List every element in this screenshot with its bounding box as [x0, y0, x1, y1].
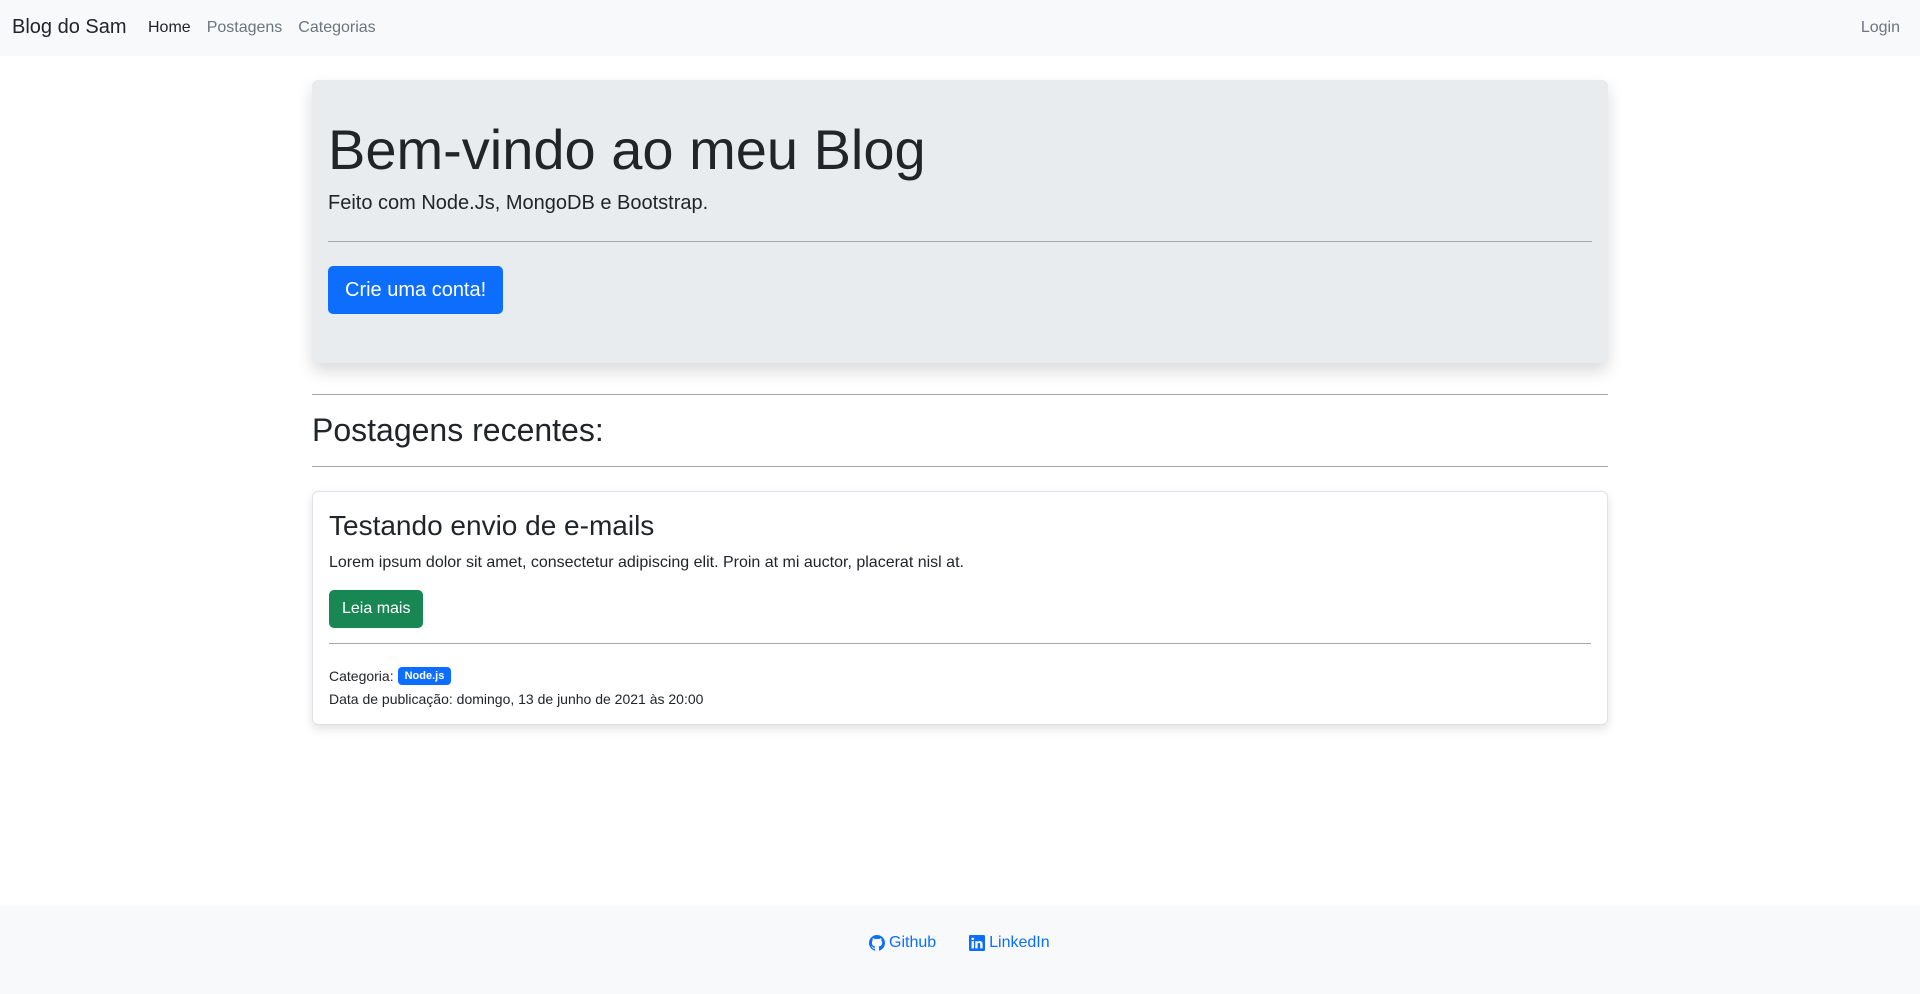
- brand-link[interactable]: Blog do Sam: [12, 16, 127, 39]
- category-badge[interactable]: Node.js: [397, 667, 452, 685]
- nav-postagens[interactable]: Postagens: [207, 19, 283, 37]
- post-date: domingo, 13 de junho de 2021 às 20:00: [456, 691, 704, 707]
- linkedin-link[interactable]: LinkedIn: [969, 934, 1050, 952]
- footer-links: Github LinkedIn: [869, 934, 1050, 952]
- recent-posts-heading: Postagens recentes:: [312, 412, 604, 448]
- nav-links: Home Postagens Categorias: [148, 19, 392, 37]
- login-link[interactable]: Login: [1861, 19, 1900, 37]
- read-more-button[interactable]: Leia mais: [329, 590, 424, 628]
- section-divider-bottom: [312, 466, 1608, 467]
- create-account-button[interactable]: Crie uma conta!: [328, 266, 504, 314]
- linkedin-label: LinkedIn: [989, 934, 1050, 951]
- nav-home[interactable]: Home: [148, 19, 191, 37]
- post-date-row: Data de publicação: domingo, 13 de junho…: [329, 691, 703, 707]
- hero-jumbotron: Bem-vindo ao meu Blog Feito com Node.Js,…: [312, 80, 1608, 363]
- linkedin-icon: [969, 935, 986, 951]
- post-card: Testando envio de e-mails Lorem ipsum do…: [312, 491, 1608, 725]
- post-category-row: Categoria: Node.js: [329, 667, 452, 685]
- navbar: Blog do Sam Home Postagens Categorias Lo…: [0, 0, 1920, 56]
- github-link[interactable]: Github: [869, 934, 936, 952]
- date-label: Data de publicação:: [329, 691, 453, 707]
- post-divider: [329, 643, 1591, 644]
- nav-categorias[interactable]: Categorias: [298, 19, 375, 37]
- github-label: Github: [889, 934, 937, 951]
- category-label: Categoria:: [329, 668, 394, 684]
- post-title: Testando envio de e-mails: [329, 510, 655, 541]
- footer: Github LinkedIn: [0, 906, 1920, 994]
- hero-title: Bem-vindo ao meu Blog: [328, 118, 926, 181]
- section-divider-top: [312, 394, 1608, 395]
- post-excerpt: Lorem ipsum dolor sit amet, consectetur …: [329, 554, 964, 571]
- hero-divider: [328, 241, 1592, 242]
- hero-lead: Feito com Node.Js, MongoDB e Bootstrap.: [328, 192, 709, 214]
- github-icon: [869, 935, 885, 951]
